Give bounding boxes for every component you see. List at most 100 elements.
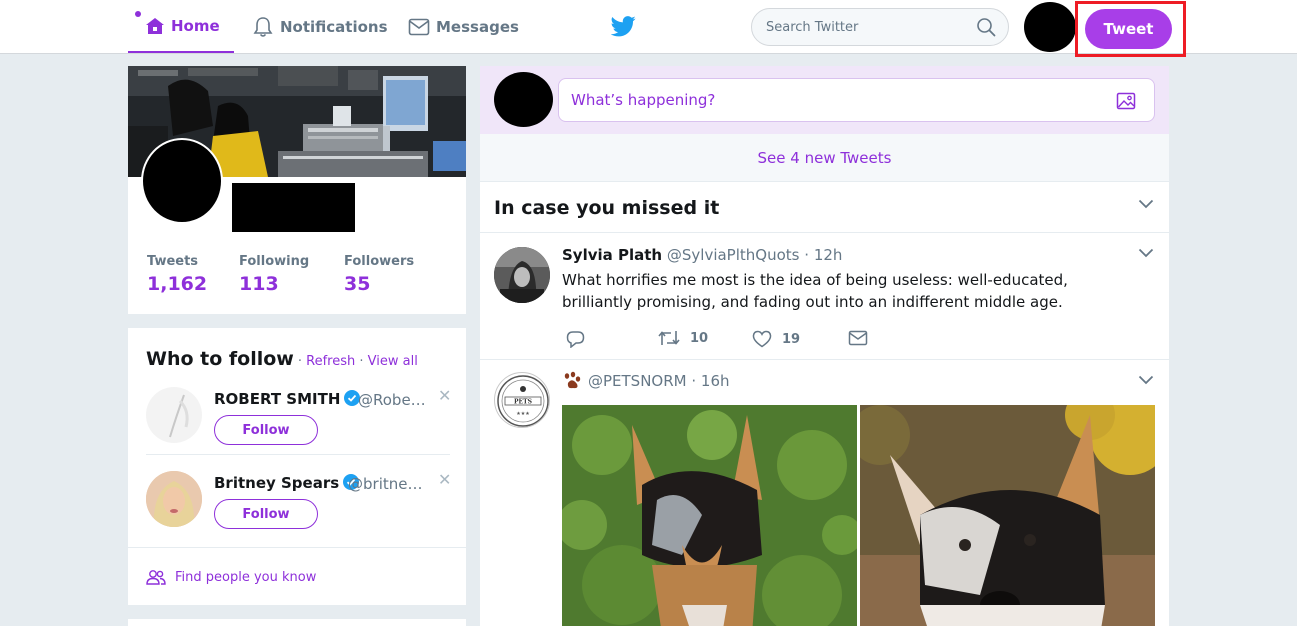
tweet-media	[562, 405, 1155, 626]
stat-tweets-label: Tweets	[147, 254, 199, 269]
portrait-photo-image	[146, 471, 202, 527]
tweet-header: Sylvia Plath @SylviaPlthQuots · 12h	[562, 246, 842, 264]
suggestion-name-text: ROBERT SMITH	[214, 390, 341, 408]
paw-icon	[564, 371, 581, 389]
profile-name[interactable]	[232, 183, 355, 232]
stars-icon: ★★★	[516, 411, 530, 417]
separator-dot: ·	[297, 354, 302, 369]
account-avatar[interactable]	[1024, 2, 1076, 52]
retweet-button[interactable]: 10	[658, 330, 708, 346]
highlight-box: Tweet	[1075, 1, 1186, 57]
tweet-author-handle[interactable]: @SylviaPlthQuots	[667, 246, 800, 264]
follow-button[interactable]: Follow	[214, 499, 318, 529]
search-icon[interactable]	[976, 17, 996, 37]
who-to-follow-header: Who to follow · Refresh · View all	[146, 348, 418, 370]
tweet-header: @PETSNORM · 16h	[562, 371, 730, 391]
puppy-closeup-photo-image[interactable]	[860, 405, 1155, 626]
stat-followers-value: 35	[344, 273, 371, 295]
tweet-menu-chevron-down-icon[interactable]	[1138, 375, 1154, 385]
nav-notifications-tab[interactable]: Notifications	[252, 0, 388, 53]
search-input[interactable]	[766, 19, 966, 35]
tweet[interactable]: Sylvia Plath @SylviaPlthQuots · 12h What…	[480, 234, 1169, 360]
divider	[128, 547, 466, 548]
nav-home-label: Home	[171, 16, 220, 35]
refresh-link[interactable]: Refresh	[306, 354, 355, 369]
who-to-follow-title: Who to follow	[146, 348, 294, 370]
suggestion-item: ROBERT SMITH @Robe… ✕ Follow	[146, 386, 451, 457]
tweet-menu-chevron-down-icon[interactable]	[1138, 248, 1154, 258]
who-to-follow-links: · Refresh · View all	[298, 354, 418, 369]
direct-message-button[interactable]	[848, 330, 878, 346]
separator-dot: ·	[686, 372, 701, 390]
nav-messages-label: Messages	[436, 17, 519, 36]
chevron-down-icon[interactable]	[1138, 199, 1154, 209]
search-box[interactable]	[751, 8, 1009, 46]
envelope-icon	[408, 18, 430, 35]
suggestion-handle[interactable]: @Robe…	[358, 391, 426, 409]
in-case-you-missed-it-header: In case you missed it	[480, 183, 1169, 233]
separator-dot: ·	[804, 246, 810, 264]
tweet-timestamp[interactable]: 16h	[701, 372, 730, 390]
compose-placeholder: What’s happening?	[571, 91, 716, 109]
suggestion-avatar[interactable]	[146, 387, 202, 443]
stat-followers-label: Followers	[344, 254, 415, 269]
compose-input[interactable]: What’s happening?	[558, 78, 1155, 122]
trends-card	[128, 619, 466, 626]
author-photo-image	[494, 247, 550, 303]
view-all-link[interactable]: View all	[368, 354, 418, 369]
heart-icon	[752, 330, 772, 348]
separator-dot: ·	[359, 354, 364, 369]
unread-dot	[135, 11, 141, 17]
retweet-icon	[658, 331, 680, 345]
retweet-count: 10	[690, 330, 709, 346]
follow-button[interactable]: Follow	[214, 415, 318, 445]
stat-followers[interactable]: Followers 35	[344, 254, 414, 295]
stat-tweets-value: 1,162	[147, 273, 208, 295]
suggestion-name[interactable]: Britney Spears	[214, 474, 360, 492]
reply-button[interactable]	[566, 330, 595, 348]
section-title: In case you missed it	[494, 197, 720, 219]
stat-tweets[interactable]: Tweets 1,162	[147, 254, 207, 295]
tweet-avatar[interactable]	[494, 247, 550, 303]
tweet-button[interactable]: Tweet	[1085, 9, 1172, 49]
like-button[interactable]: 19	[752, 330, 800, 348]
profile-card: Tweets 1,162 Following 113 Followers 35	[128, 66, 466, 314]
profile-avatar[interactable]	[141, 138, 223, 224]
find-people-link[interactable]: Find people you know	[146, 569, 316, 585]
suggestion-avatar[interactable]	[146, 471, 202, 527]
twitter-bird-logo-icon[interactable]	[611, 16, 636, 37]
tweet-author-name[interactable]: Sylvia Plath	[562, 246, 662, 264]
compose-avatar[interactable]	[494, 72, 553, 127]
suggestion-item: Britney Spears @britne… ✕ Follow	[146, 470, 451, 541]
stat-following-label: Following	[239, 254, 310, 269]
suggestion-name[interactable]: ROBERT SMITH	[214, 390, 361, 408]
people-icon	[146, 570, 166, 585]
add-photo-icon[interactable]	[1116, 91, 1136, 111]
suggestion-handle[interactable]: @britne…	[348, 475, 422, 493]
stat-following-value: 113	[239, 273, 279, 295]
reply-icon	[566, 331, 585, 348]
puppy-photo-image[interactable]	[562, 405, 857, 626]
bell-icon	[253, 16, 273, 37]
nav-messages-tab[interactable]: Messages	[408, 0, 519, 53]
dismiss-suggestion-close-icon[interactable]: ✕	[438, 386, 451, 405]
tweet-timestamp[interactable]: 12h	[814, 246, 843, 264]
tweet[interactable]: PETS ★★★ @PETSNORM · 16h	[480, 361, 1169, 626]
envelope-icon	[848, 330, 868, 346]
who-to-follow-card: Who to follow · Refresh · View all ROBER…	[128, 328, 466, 605]
like-count: 19	[782, 331, 801, 347]
tweet-author-handle[interactable]: @PETSNORM	[588, 372, 687, 390]
nav-notifications-label: Notifications	[280, 17, 388, 36]
tweet-text: What horrifies me most is the idea of be…	[562, 271, 1068, 311]
home-icon	[146, 17, 164, 34]
pets-logo-image: PETS ★★★	[497, 375, 549, 427]
see-new-tweets-bar[interactable]: See 4 new Tweets	[480, 134, 1169, 182]
dismiss-suggestion-close-icon[interactable]: ✕	[438, 470, 451, 489]
stat-following[interactable]: Following 113	[239, 254, 309, 295]
pets-logo-text: PETS	[514, 399, 532, 406]
top-navigation-bar: Home Notifications Messages Tweet	[0, 0, 1297, 57]
compose-area: What’s happening?	[480, 66, 1169, 134]
nav-home-tab[interactable]: Home	[128, 0, 234, 53]
tweet-avatar[interactable]: PETS ★★★	[494, 372, 550, 428]
divider	[146, 454, 450, 455]
